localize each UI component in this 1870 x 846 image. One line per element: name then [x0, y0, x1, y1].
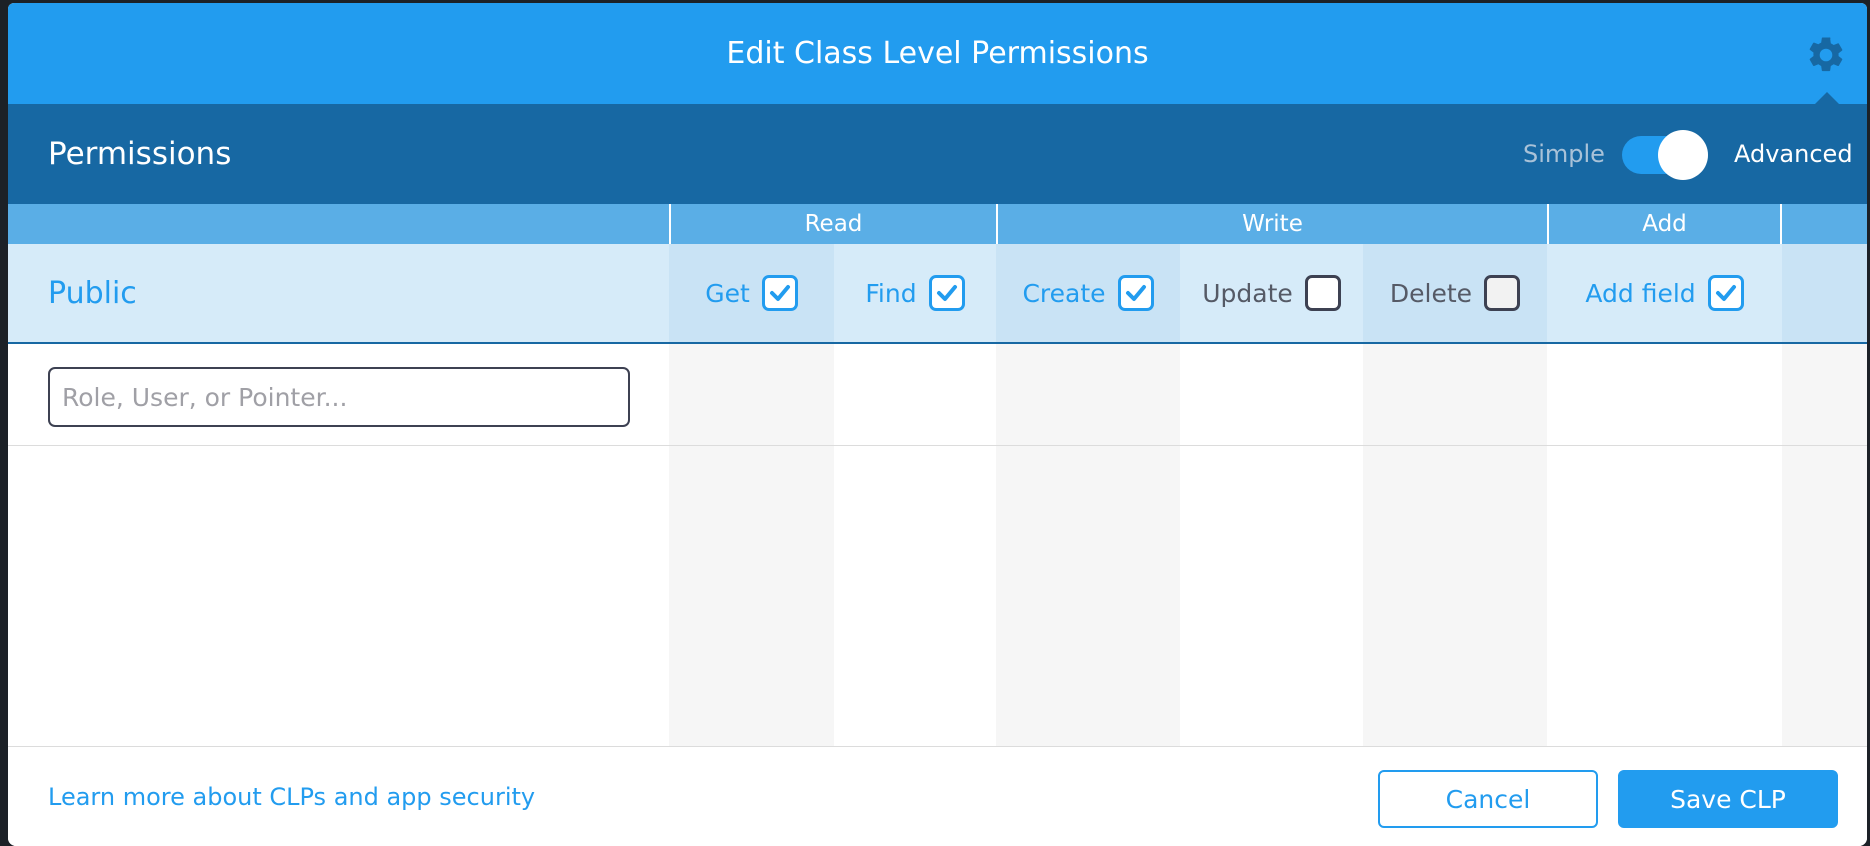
perm-update-checkbox[interactable]	[1304, 275, 1341, 311]
toggle-label-advanced[interactable]: Advanced	[1734, 104, 1853, 204]
perm-delete-checkbox[interactable]	[1484, 275, 1521, 311]
check-icon	[1125, 285, 1146, 301]
perm-update-label: Update	[1202, 278, 1293, 308]
perm-add-field-checkbox[interactable]	[1707, 275, 1744, 311]
toggle-label-simple[interactable]: Simple	[1523, 104, 1605, 204]
public-label: Public	[48, 276, 137, 311]
check-icon	[769, 285, 790, 301]
group-write: Write	[996, 204, 1547, 244]
perm-delete[interactable]: Delete	[1363, 244, 1547, 342]
cancel-button[interactable]: Cancel	[1378, 770, 1598, 828]
add-entity-row	[8, 344, 1867, 446]
perm-get-label: Get	[705, 278, 750, 308]
perm-delete-label: Delete	[1389, 278, 1473, 308]
mode-toggle-knob[interactable]	[1658, 130, 1708, 180]
perm-create[interactable]: Create	[996, 244, 1180, 342]
modal-title: Edit Class Level Permissions	[726, 36, 1149, 71]
permissions-title: Permissions	[48, 136, 232, 172]
perm-find-checkbox[interactable]	[928, 275, 965, 311]
perm-create-checkbox[interactable]	[1117, 275, 1154, 311]
perm-get[interactable]: Get	[669, 244, 834, 342]
clp-modal: Edit Class Level Permissions Permissions…	[8, 3, 1867, 846]
perm-update[interactable]: Update	[1180, 244, 1363, 342]
perm-get-checkbox[interactable]	[761, 275, 798, 311]
role-user-pointer-input[interactable]	[48, 367, 630, 427]
group-read: Read	[669, 204, 996, 244]
perm-create-label: Create	[1022, 278, 1106, 308]
check-icon	[936, 285, 957, 301]
permissions-bar: Permissions Simple Advanced	[8, 104, 1867, 204]
perm-find[interactable]: Find	[834, 244, 996, 342]
gear-icon[interactable]	[1805, 34, 1847, 76]
permission-groups-header: Read Write Add	[8, 204, 1867, 244]
public-permission-row: Public Get Find Create Update Delete Add…	[8, 244, 1867, 344]
learn-more-link[interactable]: Learn more about CLPs and app security	[48, 747, 535, 846]
perm-find-label: Find	[865, 278, 917, 308]
save-clp-button[interactable]: Save CLP	[1618, 770, 1838, 828]
check-icon	[1715, 285, 1736, 301]
perm-add-field[interactable]: Add field	[1547, 244, 1782, 342]
public-shade-extra	[1782, 244, 1867, 342]
modal-footer: Learn more about CLPs and app security C…	[8, 746, 1867, 846]
modal-header: Edit Class Level Permissions	[8, 3, 1867, 104]
perm-add-field-label: Add field	[1585, 278, 1696, 308]
group-add: Add	[1547, 204, 1782, 244]
